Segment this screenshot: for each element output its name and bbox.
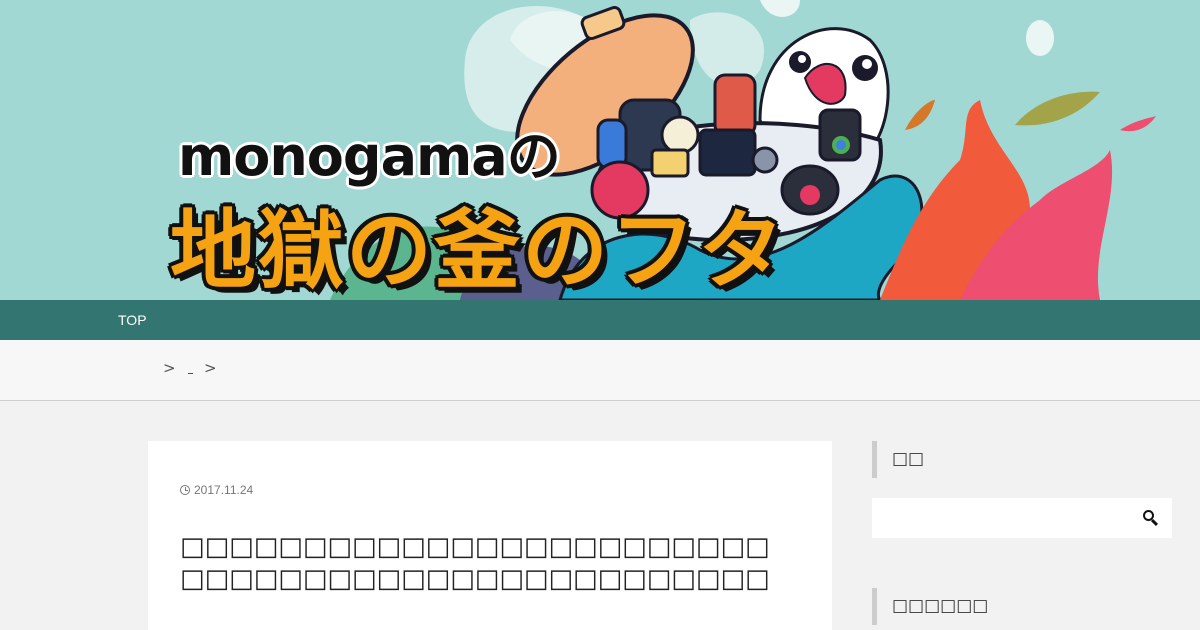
search-widget-title: □□ — [872, 441, 1172, 478]
main-nav: TOP — [0, 300, 1200, 340]
site-logo-main[interactable]: 地獄の釜のフタ — [170, 180, 786, 300]
breadcrumb-link[interactable] — [188, 362, 193, 374]
breadcrumb-separator: > — [163, 359, 176, 377]
site-header-banner[interactable]: monogamaの 地獄の釜のフタ — [0, 0, 1200, 300]
nav-item-top[interactable]: TOP — [118, 312, 147, 328]
clock-icon — [180, 485, 190, 495]
search-input[interactable] — [872, 498, 1132, 538]
article-title: □□□□□□□□□□□□□□□□□□□□□□□□□□□□□□□□□□□□□□□□… — [180, 532, 770, 594]
article-date-text: 2017.11.24 — [194, 483, 254, 497]
article-date: 2017.11.24 — [180, 483, 253, 497]
search-button[interactable] — [1142, 509, 1160, 527]
breadcrumb-separator: > — [204, 359, 217, 377]
search-box — [872, 498, 1172, 538]
breadcrumb: > > — [0, 340, 1200, 401]
sidebar-widget-title: □□□□□□ — [872, 588, 1172, 625]
article-card: 2017.11.24 □□□□□□□□□□□□□□□□□□□□□□□□□□□□□… — [148, 441, 832, 630]
